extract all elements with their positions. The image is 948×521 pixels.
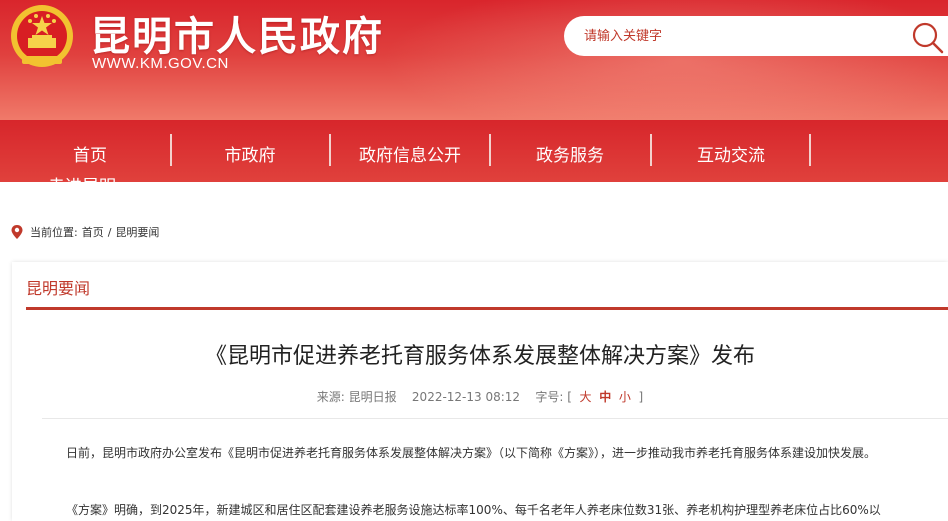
article-title: 《昆明市促进养老托育服务体系发展整体解决方案》发布 — [204, 344, 755, 369]
site-header: 昆明市人民政府 WWW.KM.GOV.CN — [0, 0, 948, 120]
search-input[interactable] — [584, 25, 884, 47]
breadcrumb-separator: / — [107, 225, 112, 239]
nav-item-home[interactable]: 首页 — [10, 141, 170, 166]
font-size-large-button[interactable]: 大 — [580, 390, 592, 404]
article-meta: 来源: 昆明日报 2022-12-13 08:12 字号: [ 大 中 小 ] — [12, 388, 948, 405]
article-source: 来源: 昆明日报 — [316, 390, 397, 404]
article-paragraph: 日前，昆明市政府办公室发布《昆明市促进养老托育服务体系发展整体解决方案》（以下简… — [66, 446, 877, 460]
search-box — [564, 16, 948, 56]
font-size-medium-button[interactable]: 中 — [599, 390, 611, 404]
article-datetime: 2022-12-13 08:12 — [411, 390, 521, 404]
meta-divider — [42, 418, 948, 419]
breadcrumb-current[interactable]: 昆明要闻 — [115, 224, 159, 240]
font-size-small-button[interactable]: 小 — [619, 390, 631, 404]
section-title: 昆明要闻 — [26, 279, 91, 298]
site-title: 昆明市人民政府 — [90, 14, 384, 60]
main-nav: 首页 市政府 政府信息公开 政务服务 互动交流 走进昆明 — [0, 120, 948, 182]
section-divider — [26, 307, 948, 310]
location-pin-icon — [11, 225, 23, 239]
national-emblem-icon — [11, 5, 73, 67]
article-paragraph: 《方案》明确，到2025年，新建城区和居住区配套建设养老服务设施达标率100%、… — [66, 503, 881, 517]
article-panel: 昆明要闻 《昆明市促进养老托育服务体系发展整体解决方案》发布 来源: 昆明日报 … — [12, 262, 948, 521]
breadcrumb: 当前位置: 首页 / 昆明要闻 — [10, 222, 163, 242]
nav-item-info-disclosure[interactable]: 政府信息公开 — [330, 141, 490, 166]
breadcrumb-home-link[interactable]: 首页 — [82, 224, 104, 240]
nav-divider — [809, 134, 811, 166]
breadcrumb-label: 当前位置: — [30, 226, 78, 239]
font-size-label: 字号: — [535, 390, 564, 404]
nav-item-services[interactable]: 政务服务 — [490, 141, 650, 166]
font-size-bracket-open: [ — [567, 390, 572, 404]
search-icon[interactable] — [910, 20, 944, 54]
nav-item-government[interactable]: 市政府 — [170, 141, 330, 166]
nav-item-interaction[interactable]: 互动交流 — [651, 141, 811, 166]
font-size-bracket-close: ] — [638, 390, 644, 404]
site-url: WWW.KM.GOV.CN — [92, 55, 229, 72]
nav-item-about-kunming[interactable]: 走进昆明 — [48, 172, 138, 182]
